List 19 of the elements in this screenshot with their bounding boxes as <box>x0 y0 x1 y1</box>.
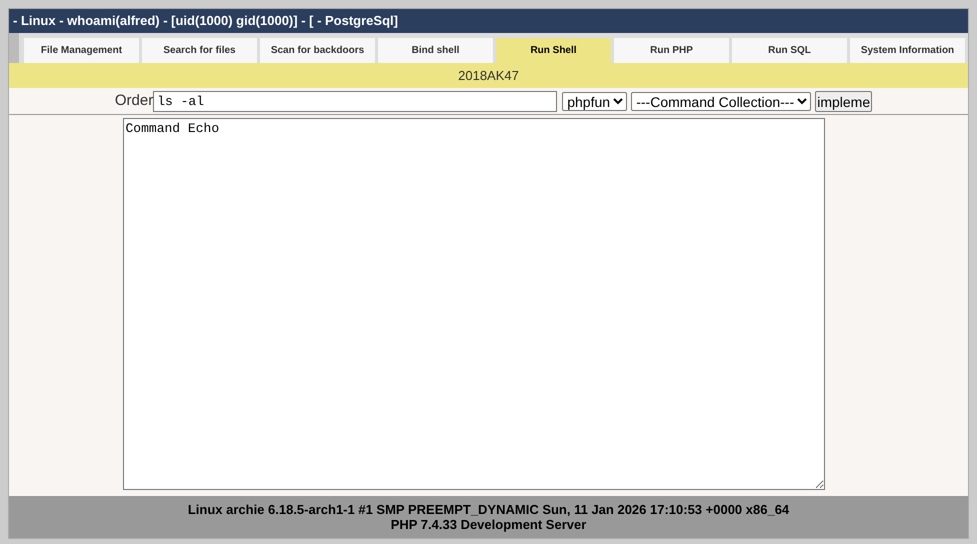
nav-tab[interactable]: Search for files <box>142 38 257 63</box>
nav-tab[interactable]: Run Shell <box>496 38 611 63</box>
execute-button[interactable]: impleme <box>815 90 872 112</box>
order-label: Order <box>114 90 154 111</box>
nav-tab[interactable]: Bind shell <box>378 38 493 63</box>
nav-tab[interactable]: Run SQL <box>732 38 847 63</box>
command-collection-select[interactable]: ---Command Collection--- <box>631 92 812 110</box>
output-textarea[interactable]: Command Echo <box>122 118 824 490</box>
window-title: - Linux - whoami(alfred) - [uid(1000) gid(1000)] - [ - PostgreSql] <box>13 12 398 30</box>
function-select[interactable]: phpfun <box>562 92 628 110</box>
nav-tab[interactable]: System Information <box>850 38 965 63</box>
banner-text: 2018AK47 <box>458 66 519 85</box>
strip-edge <box>9 33 19 63</box>
nav-tab[interactable]: Run PHP <box>614 38 729 63</box>
system-info-text: PHP 7.4.33 Development Server <box>390 517 586 532</box>
system-info-text: Linux archie 6.18.5-arch1-1 #1 SMP PREEMPT_DYNAMIC Sun, 11 Jan 2026 17:10:53 +0000 x86_64 <box>188 502 790 517</box>
nav-tab[interactable]: Scan for backdoors <box>260 38 375 63</box>
command-input[interactable]: ls -al <box>153 90 558 112</box>
nav-tab[interactable]: File Management <box>24 38 139 63</box>
